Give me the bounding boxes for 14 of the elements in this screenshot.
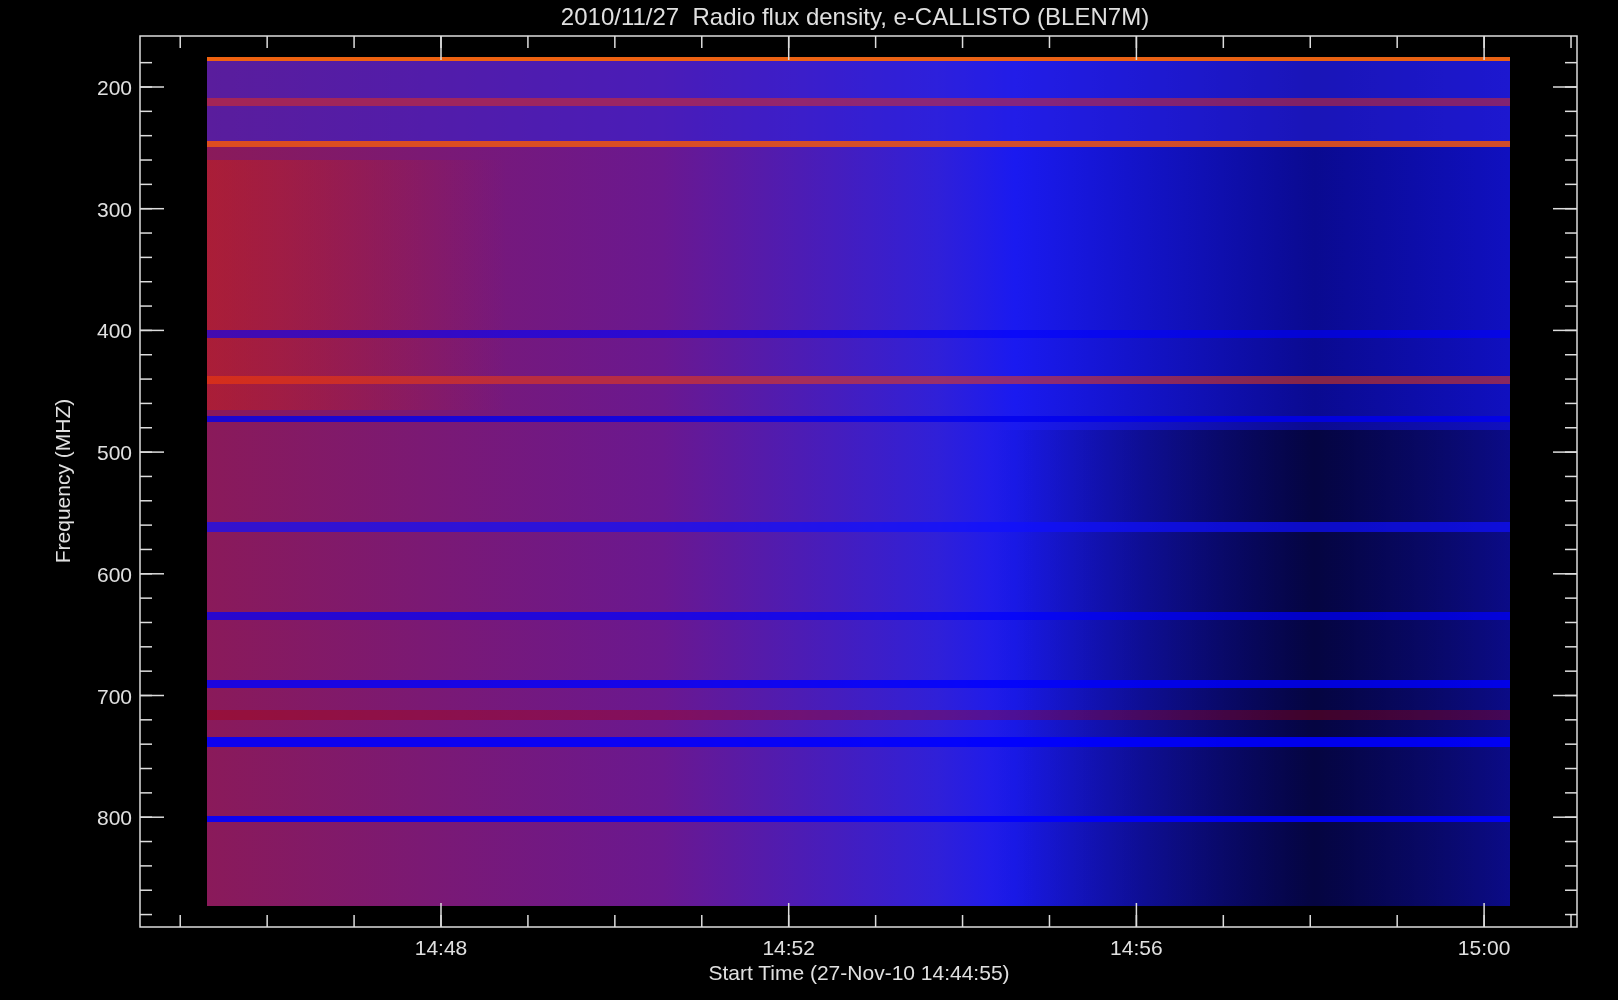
- tick-label: 300: [96, 197, 132, 221]
- tick-label: 14:52: [762, 936, 815, 959]
- tick-label: 400: [96, 319, 132, 343]
- tick-label: 600: [96, 562, 132, 586]
- axis-label: Start Time (27-Nov-10 14:44:55): [708, 961, 1010, 984]
- axis-label: Frequency (MHZ): [51, 398, 74, 564]
- tick-label: 14:48: [414, 936, 468, 959]
- tick-label: 14:56: [1110, 936, 1163, 959]
- chart-title: 2010/11/27 Radio flux density, e-CALLISTO (BLEN7M): [560, 3, 1150, 30]
- tick-label: 800: [96, 806, 132, 830]
- tick-label: 700: [96, 684, 132, 708]
- tick-label: 200: [96, 76, 132, 99]
- tick-label: 15:00: [1457, 936, 1511, 959]
- tick-label: 500: [96, 441, 132, 465]
